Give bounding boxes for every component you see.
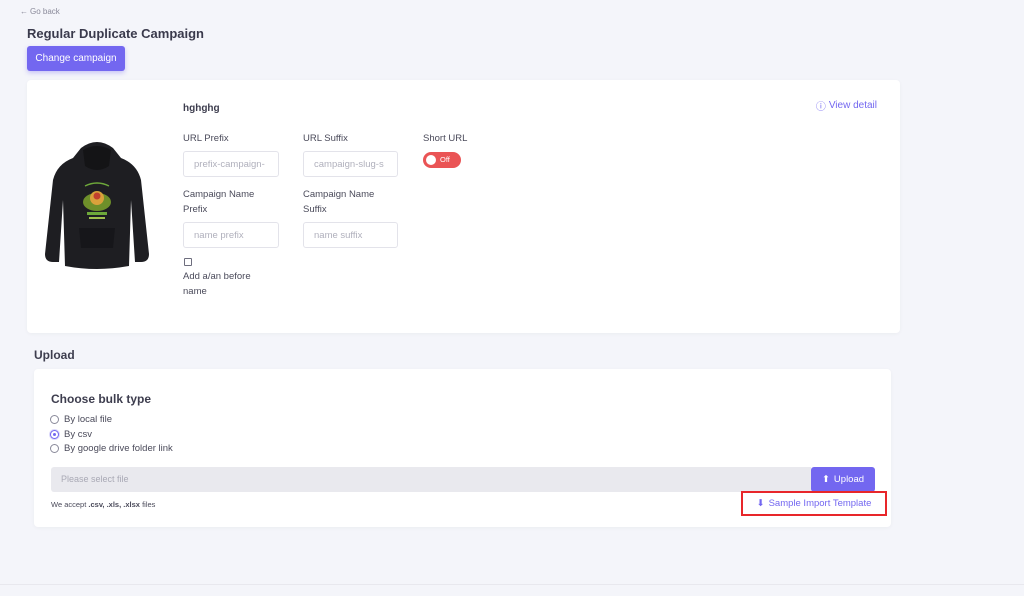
radio-google-drive[interactable]: By google drive folder link <box>50 443 173 454</box>
campaign-name: hghghg <box>183 103 220 114</box>
accept-formats: .csv, .xls, .xlsx <box>88 500 140 509</box>
bulk-type-title: Choose bulk type <box>51 392 152 406</box>
view-detail-link[interactable]: ⓘ View detail <box>816 98 877 113</box>
arrow-left-icon: ← <box>20 7 28 16</box>
go-back-label: Go back <box>30 7 60 16</box>
accepted-formats-note: We accept .csv, .xls, .xlsx files <box>51 500 155 509</box>
info-icon: ⓘ <box>815 102 826 113</box>
upload-section-title: Upload <box>34 348 75 362</box>
footer-divider <box>0 584 1024 585</box>
upload-button-label: Upload <box>833 474 865 485</box>
radio-button-selected[interactable] <box>50 430 59 439</box>
accept-prefix: We accept <box>51 500 87 509</box>
radio-button[interactable] <box>50 444 59 453</box>
hoodie-product-image <box>45 142 149 269</box>
upload-button[interactable]: ⬆ Upload <box>811 467 875 492</box>
toggle-knob <box>426 155 436 165</box>
campaign-name-prefix-label: Campaign Name Prefix <box>183 189 255 215</box>
radio-label: By google drive folder link <box>64 443 173 454</box>
view-detail-label: View detail <box>828 100 877 111</box>
file-select-input[interactable]: Please select file <box>51 467 811 492</box>
upload-icon: ⬆ <box>821 474 830 485</box>
add-article-label: Add a/an before name <box>183 271 251 297</box>
accept-suffix: files <box>142 500 156 509</box>
download-icon: ⬇ <box>756 498 765 509</box>
short-url-toggle[interactable]: Off <box>423 152 461 168</box>
url-suffix-label: URL Suffix <box>303 133 348 144</box>
campaign-name-suffix-input[interactable] <box>303 222 398 248</box>
radio-local-file[interactable]: By local file <box>50 414 112 425</box>
short-url-label: Short URL <box>423 133 468 144</box>
radio-button[interactable] <box>50 415 59 424</box>
campaign-card: hghghg ⓘ View detail URL Prefix URL Suff… <box>27 80 900 333</box>
radio-label: By local file <box>64 414 113 425</box>
url-prefix-input[interactable] <box>183 151 279 177</box>
radio-csv[interactable]: By csv <box>50 429 92 440</box>
campaign-name-suffix-label: Campaign Name Suffix <box>303 189 375 215</box>
change-campaign-button[interactable]: Change campaign <box>27 46 125 71</box>
toggle-state-label: Off <box>440 155 450 164</box>
add-article-checkbox[interactable] <box>184 258 192 266</box>
radio-label: By csv <box>64 429 92 440</box>
upload-card: Choose bulk type By local file By csv By… <box>34 369 891 527</box>
sample-import-template-link[interactable]: ⬇ Sample Import Template <box>741 491 887 516</box>
go-back-link[interactable]: ← Go back <box>20 7 60 16</box>
campaign-name-prefix-input[interactable] <box>183 222 279 248</box>
url-suffix-input[interactable] <box>303 151 398 177</box>
url-prefix-label: URL Prefix <box>183 133 229 144</box>
page-title: Regular Duplicate Campaign <box>27 26 204 41</box>
sample-template-label: Sample Import Template <box>768 498 872 509</box>
